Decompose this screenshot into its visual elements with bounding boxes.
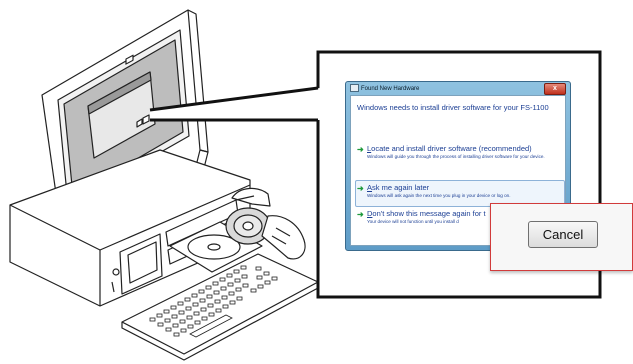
dialog-heading: Windows needs to install driver software…: [357, 103, 549, 112]
option-description: Windows will guide you through the proce…: [367, 154, 545, 159]
green-arrow-icon: ➜: [357, 210, 364, 219]
dialog-title: Found New Hardware: [361, 86, 420, 92]
dialog-title-bar: Found New Hardware: [350, 84, 546, 95]
green-arrow-icon: ➜: [357, 145, 364, 154]
cd-disc: [225, 207, 271, 245]
option-title: Don't show this message again for t: [367, 209, 486, 218]
cancel-zoom-callout: Cancel: [490, 203, 633, 271]
hand-lower: [261, 215, 306, 260]
option-title: Locate and install driver software (reco…: [367, 144, 532, 153]
option-description: Windows will ask again the next time you…: [367, 193, 511, 198]
green-arrow-icon: ➜: [357, 184, 364, 193]
option-title: Ask me again later: [367, 183, 430, 192]
close-button[interactable]: x: [544, 83, 566, 95]
cancel-button[interactable]: Cancel: [528, 221, 598, 248]
window-icon: [350, 84, 359, 93]
